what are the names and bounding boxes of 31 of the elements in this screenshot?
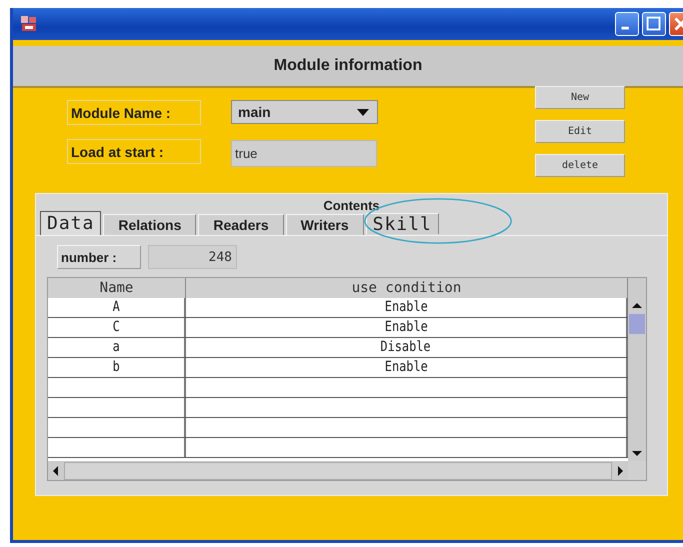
- panel-title: Contents: [323, 198, 380, 213]
- tab[interactable]: Writers: [286, 214, 364, 235]
- action-button[interactable]: Edit: [535, 120, 625, 143]
- table-cell: a: [112, 338, 120, 357]
- minimize-button[interactable]: [615, 12, 639, 36]
- action-button[interactable]: delete: [535, 154, 625, 177]
- table-cell: Disable: [380, 338, 432, 357]
- table-cell: A: [112, 298, 120, 317]
- tab[interactable]: Relations: [103, 214, 196, 235]
- action-button[interactable]: New: [535, 86, 625, 109]
- scroll-thumb[interactable]: [629, 314, 645, 334]
- tab[interactable]: Data: [40, 211, 102, 235]
- load-at-start-field[interactable]: true: [231, 140, 377, 167]
- maximize-button[interactable]: [642, 12, 666, 36]
- module-name-dropdown[interactable]: main: [231, 100, 378, 124]
- field-label: Load at start :: [67, 139, 201, 164]
- field-label: Module Name :: [67, 100, 201, 125]
- table-cell: Enable: [384, 318, 428, 337]
- number-field[interactable]: 248: [148, 245, 237, 269]
- table-cell: C: [112, 318, 120, 337]
- dropdown-arrow-icon: [357, 108, 369, 116]
- table-cell: b: [112, 358, 120, 377]
- window-title: Module information: [274, 57, 422, 75]
- horizontal-scrollbar[interactable]: [48, 461, 628, 480]
- vertical-scrollbar[interactable]: [628, 298, 646, 461]
- tab[interactable]: Readers: [198, 214, 284, 235]
- field-label: number :: [57, 245, 141, 269]
- table-cell: Enable: [384, 298, 428, 317]
- tab[interactable]: Skill: [366, 213, 439, 234]
- table-cell: Enable: [384, 358, 428, 377]
- app-icon: [19, 14, 39, 34]
